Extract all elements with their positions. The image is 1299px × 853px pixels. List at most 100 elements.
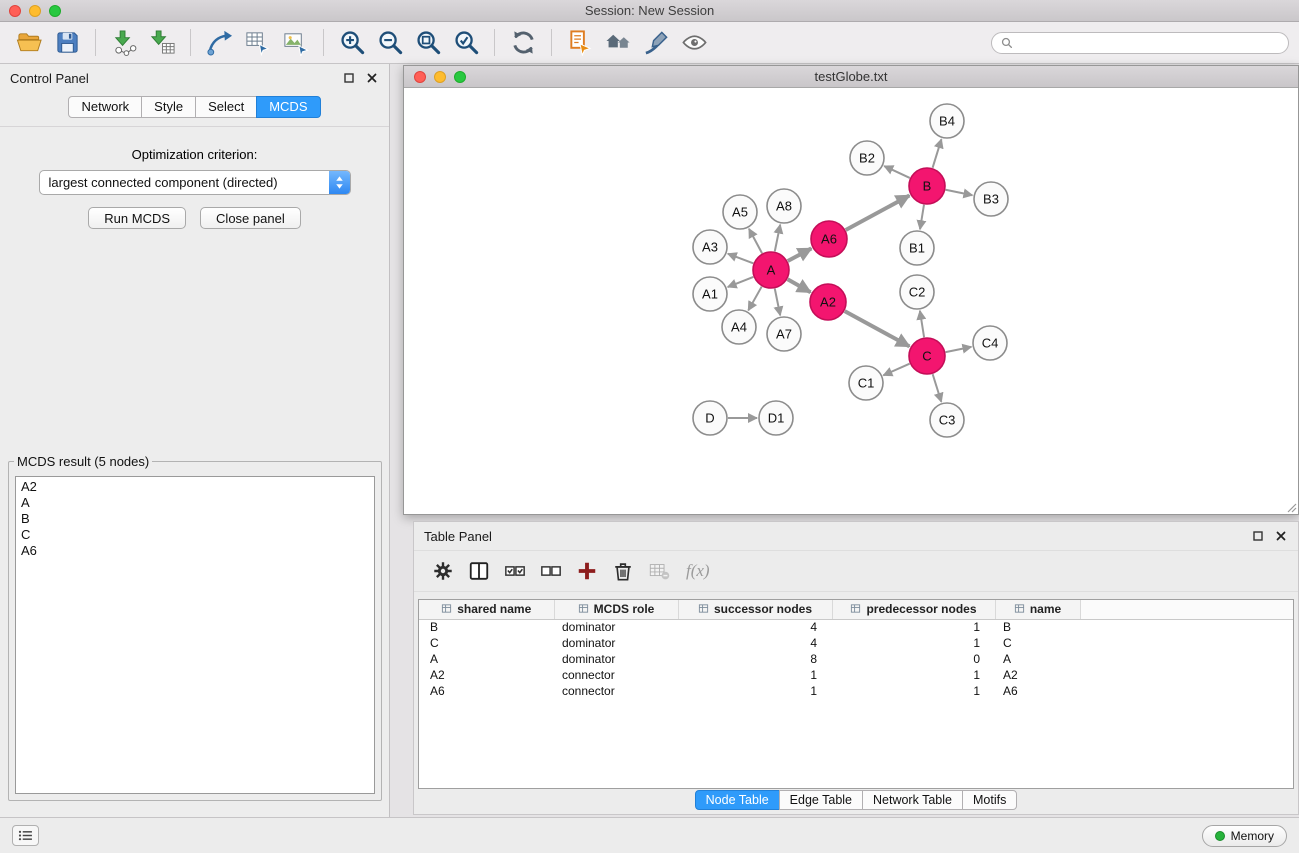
node-C3[interactable]: C3 xyxy=(930,403,964,437)
edge-C-C2[interactable] xyxy=(920,311,924,337)
tab-edge-table[interactable]: Edge Table xyxy=(779,790,863,810)
edge-A-A2[interactable] xyxy=(788,279,811,292)
edge-B-B1[interactable] xyxy=(920,205,924,229)
node-C[interactable]: C xyxy=(909,338,945,374)
minimize-window-button[interactable] xyxy=(29,5,41,17)
close-table-panel-button[interactable] xyxy=(1274,529,1288,543)
tab-motifs[interactable]: Motifs xyxy=(962,790,1017,810)
node-B1[interactable]: B1 xyxy=(900,231,934,265)
table-row[interactable]: A6connector11A6 xyxy=(419,683,1293,699)
node-A7[interactable]: A7 xyxy=(767,317,801,351)
tab-mcds[interactable]: MCDS xyxy=(256,96,320,118)
close-panel-x-button[interactable] xyxy=(365,71,379,85)
table-row[interactable]: Cdominator41C xyxy=(419,635,1293,651)
unselect-all-button[interactable] xyxy=(534,554,567,588)
edge-B-B2[interactable] xyxy=(884,166,910,178)
column-header-name[interactable]: name xyxy=(995,600,1080,619)
column-header-shared-name[interactable]: shared name xyxy=(419,600,554,619)
edge-A-A8[interactable] xyxy=(775,225,780,252)
edge-C-C1[interactable] xyxy=(883,364,909,376)
mcds-result-item[interactable]: A xyxy=(21,495,369,511)
float-table-panel-button[interactable] xyxy=(1251,529,1265,543)
show-columns-button[interactable] xyxy=(462,554,495,588)
delete-table-button[interactable] xyxy=(642,554,675,588)
node-A8[interactable]: A8 xyxy=(767,189,801,223)
import-network-button[interactable] xyxy=(105,24,143,62)
close-window-button[interactable] xyxy=(9,5,21,17)
delete-selected-button[interactable] xyxy=(606,554,639,588)
column-header-MCDS-role[interactable]: MCDS role xyxy=(554,600,678,619)
node-C2[interactable]: C2 xyxy=(900,275,934,309)
tab-select[interactable]: Select xyxy=(195,96,257,118)
tab-style[interactable]: Style xyxy=(141,96,196,118)
node-B3[interactable]: B3 xyxy=(974,182,1008,216)
new-table-button[interactable] xyxy=(238,24,276,62)
edge-A-A5[interactable] xyxy=(749,229,762,253)
node-C1[interactable]: C1 xyxy=(849,366,883,400)
search-input[interactable] xyxy=(1018,36,1279,50)
graphics-details-button[interactable] xyxy=(637,24,675,62)
eye-visibility-button[interactable] xyxy=(675,24,713,62)
add-entry-button[interactable] xyxy=(570,554,603,588)
node-C4[interactable]: C4 xyxy=(973,326,1007,360)
select-all-button[interactable] xyxy=(498,554,531,588)
edge-C-C4[interactable] xyxy=(946,347,972,352)
node-A1[interactable]: A1 xyxy=(693,277,727,311)
zoom-out-button[interactable] xyxy=(371,24,409,62)
mcds-result-item[interactable]: A2 xyxy=(21,479,369,495)
tab-network[interactable]: Network xyxy=(68,96,142,118)
mcds-result-item[interactable]: A6 xyxy=(21,543,369,559)
node-A6[interactable]: A6 xyxy=(811,221,847,257)
refresh-layout-button[interactable] xyxy=(504,24,542,62)
zoom-fit-button[interactable] xyxy=(409,24,447,62)
table-row[interactable]: Adominator80A xyxy=(419,651,1293,667)
float-panel-button[interactable] xyxy=(342,71,356,85)
close-panel-button[interactable]: Close panel xyxy=(200,207,301,229)
function-builder-button[interactable]: f(x) xyxy=(678,554,718,588)
node-A5[interactable]: A5 xyxy=(723,195,757,229)
network-graph[interactable]: B4 B2 B B3 A5 A8 A6 B1 A3 A C2 A1 A2 A4 A7 C4 C C1 C3 D D1 xyxy=(404,88,1298,514)
table-row[interactable]: A2connector11A2 xyxy=(419,667,1293,683)
edge-A-A6[interactable] xyxy=(788,248,812,261)
zoom-selected-button[interactable] xyxy=(447,24,485,62)
resize-grip[interactable] xyxy=(1285,501,1297,513)
run-mcds-button[interactable]: Run MCDS xyxy=(88,207,186,229)
edge-A2-C[interactable] xyxy=(845,311,910,346)
export-image-button[interactable] xyxy=(276,24,314,62)
network-zoom-button[interactable] xyxy=(454,71,466,83)
new-network-button[interactable] xyxy=(200,24,238,62)
tab-node-table[interactable]: Node Table xyxy=(695,790,780,810)
column-header-successor-nodes[interactable]: successor nodes xyxy=(678,600,832,619)
mcds-result-item[interactable]: C xyxy=(21,527,369,543)
zoom-in-button[interactable] xyxy=(333,24,371,62)
table-row[interactable]: Bdominator41B xyxy=(419,619,1293,635)
network-window-titlebar[interactable]: testGlobe.txt xyxy=(404,66,1298,88)
table-settings-button[interactable] xyxy=(426,554,459,588)
edge-A-A3[interactable] xyxy=(728,254,753,264)
edge-A6-B[interactable] xyxy=(846,196,910,230)
column-header-predecessor-nodes[interactable]: predecessor nodes xyxy=(832,600,995,619)
node-B[interactable]: B xyxy=(909,168,945,204)
edge-B-B4[interactable] xyxy=(933,139,942,168)
node-B2[interactable]: B2 xyxy=(850,141,884,175)
node-D1[interactable]: D1 xyxy=(759,401,793,435)
task-history-button[interactable] xyxy=(12,825,39,846)
network-canvas[interactable]: B4 B2 B B3 A5 A8 A6 B1 A3 A C2 A1 A2 A4 A7 C4 C C1 C3 D D1 xyxy=(404,88,1298,514)
edge-A-A1[interactable] xyxy=(728,277,754,287)
edge-A-A4[interactable] xyxy=(748,287,761,311)
show-all-panels-button[interactable] xyxy=(599,24,637,62)
node-A2[interactable]: A2 xyxy=(810,284,846,320)
search-box[interactable] xyxy=(991,32,1289,54)
edge-A-A7[interactable] xyxy=(775,289,780,316)
node-A3[interactable]: A3 xyxy=(693,230,727,264)
node-B4[interactable]: B4 xyxy=(930,104,964,138)
tab-network-table[interactable]: Network Table xyxy=(862,790,963,810)
network-minimize-button[interactable] xyxy=(434,71,446,83)
node-A4[interactable]: A4 xyxy=(722,310,756,344)
save-session-button[interactable] xyxy=(48,24,86,62)
network-close-button[interactable] xyxy=(414,71,426,83)
import-table-button[interactable] xyxy=(143,24,181,62)
fullscreen-window-button[interactable] xyxy=(49,5,61,17)
node-D[interactable]: D xyxy=(693,401,727,435)
node-A[interactable]: A xyxy=(753,252,789,288)
